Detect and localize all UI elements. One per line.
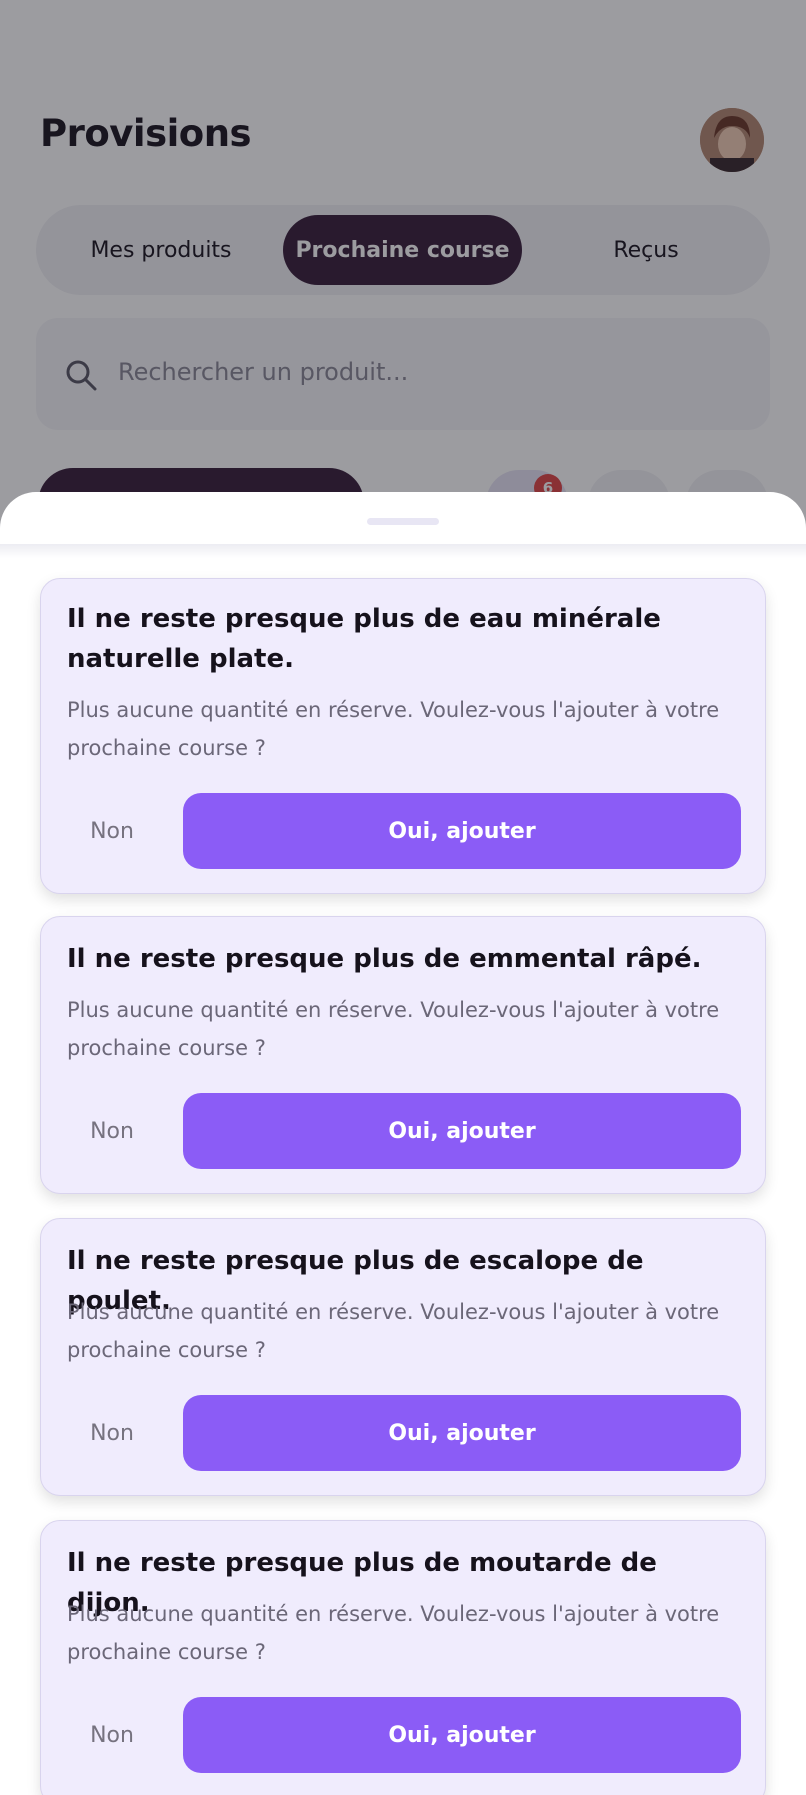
alert-card: Il ne reste presque plus de escalope de … xyxy=(40,1218,766,1496)
bottom-sheet: Il ne reste presque plus de eau minérale… xyxy=(0,492,806,1795)
no-button[interactable]: Non xyxy=(67,1093,157,1169)
sheet-divider xyxy=(0,544,806,558)
alert-card: Il ne reste presque plus de moutarde de … xyxy=(40,1520,766,1795)
alert-message: Plus aucune quantité en réserve. Voulez-… xyxy=(67,1602,720,1664)
add-button[interactable]: Oui, ajouter xyxy=(183,1395,741,1471)
add-button[interactable]: Oui, ajouter xyxy=(183,1697,741,1773)
alert-message: Plus aucune quantité en réserve. Voulez-… xyxy=(67,998,720,1060)
no-button[interactable]: Non xyxy=(67,1697,157,1773)
sheet-drag-handle[interactable] xyxy=(367,518,439,525)
alert-title: Il ne reste presque plus de emmental râp… xyxy=(67,944,702,974)
alert-message: Plus aucune quantité en réserve. Voulez-… xyxy=(67,698,720,760)
alert-card: Il ne reste presque plus de eau minérale… xyxy=(40,578,766,894)
alert-message: Plus aucune quantité en réserve. Voulez-… xyxy=(67,1300,720,1362)
alert-card: Il ne reste presque plus de emmental râp… xyxy=(40,916,766,1194)
alert-title: Il ne reste presque plus de eau minérale… xyxy=(67,604,661,674)
add-button[interactable]: Oui, ajouter xyxy=(183,1093,741,1169)
add-button[interactable]: Oui, ajouter xyxy=(183,793,741,869)
no-button[interactable]: Non xyxy=(67,1395,157,1471)
no-button[interactable]: Non xyxy=(67,793,157,869)
